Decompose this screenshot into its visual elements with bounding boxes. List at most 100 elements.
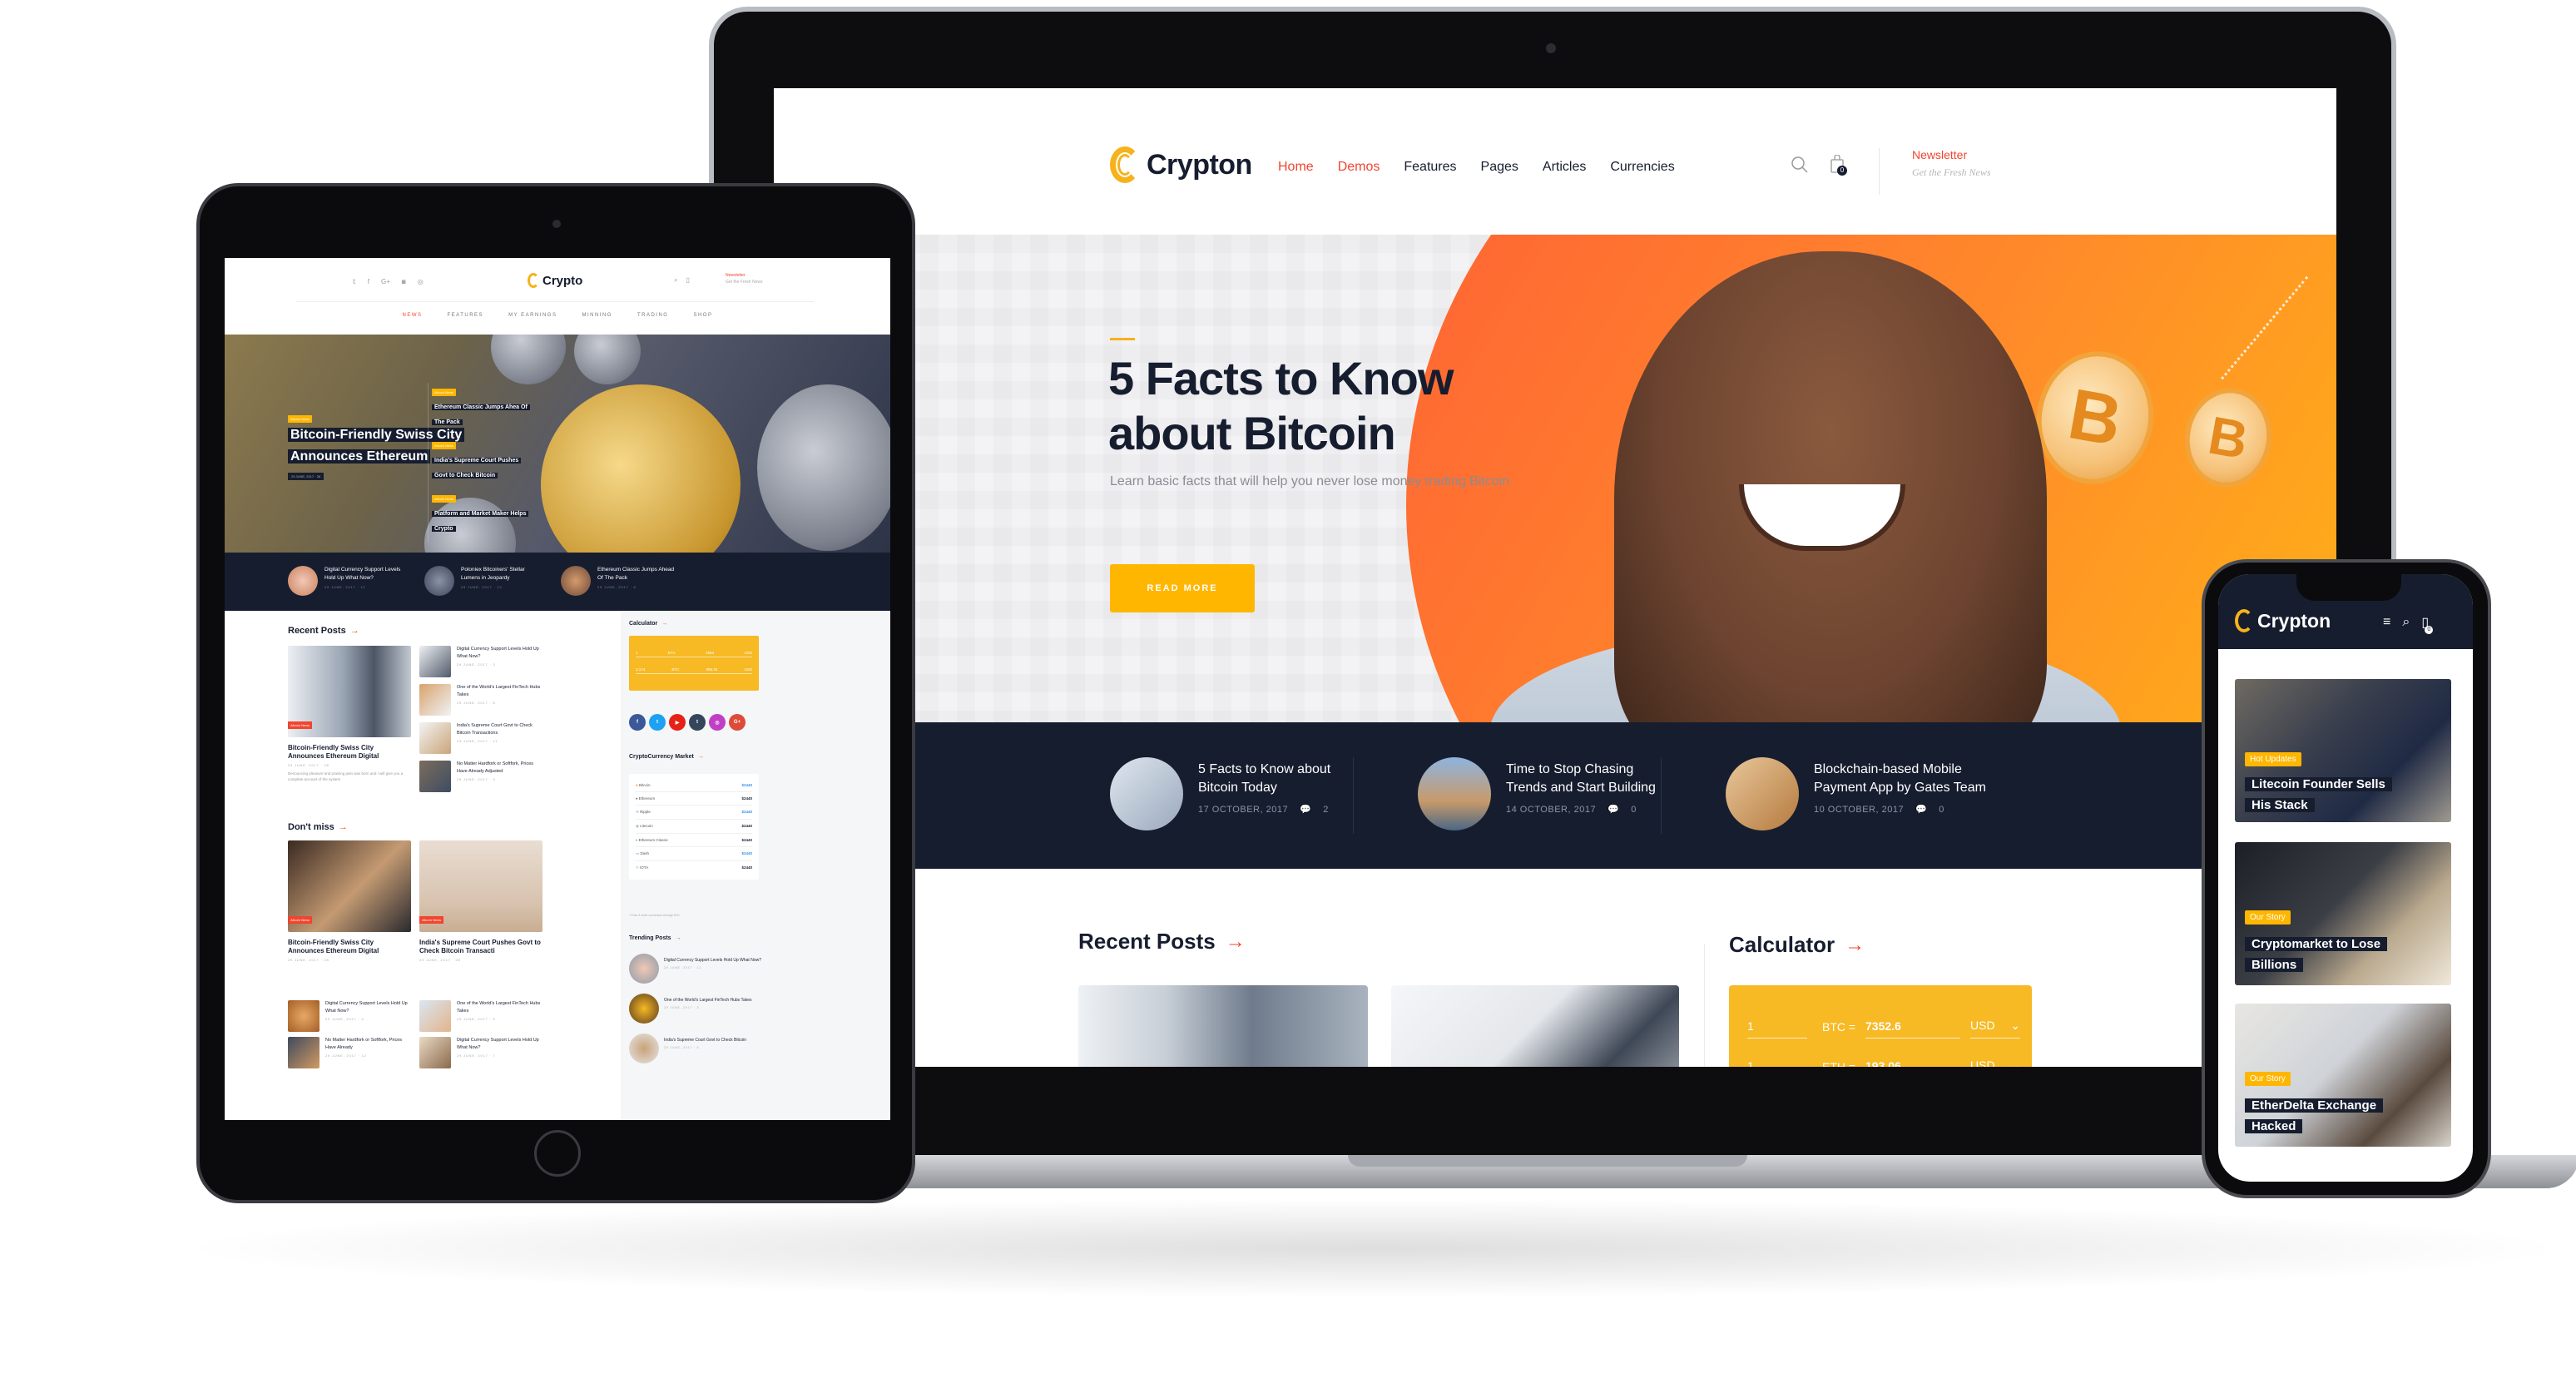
category-tag[interactable]: Altcoin News — [288, 916, 313, 924]
read-more-button[interactable]: READ MORE — [1110, 564, 1255, 612]
nav-trading[interactable]: TRADING — [637, 313, 669, 318]
trending-item[interactable]: India's Supreme Court Govt to Check Bitc… — [629, 1034, 762, 1063]
pinterest-icon[interactable]: ◎ — [418, 278, 424, 285]
phone-article-card[interactable]: Hot Updates Litecoin Founder Sells His S… — [2235, 679, 2451, 822]
nav-features[interactable]: Features — [1404, 160, 1456, 175]
dont-miss-list-item[interactable]: One of the World's Largest FinTech Hubs … — [419, 1000, 542, 1032]
newsletter-link[interactable]: Newsletter Get the Fresh News — [726, 273, 762, 285]
search-icon[interactable]: ⌕ — [2402, 615, 2410, 630]
recent-list-item[interactable]: No Matter Hardfork or Softfork, Prices H… — [419, 761, 542, 792]
recent-posts-heading[interactable]: Recent Posts → — [288, 626, 359, 636]
nav-articles[interactable]: Articles — [1543, 160, 1586, 175]
market-row[interactable]: ◉ Litecoin $2440 — [636, 820, 752, 834]
market-heading[interactable]: CryptoCurrency Market → — [629, 754, 704, 760]
hero-side-article[interactable]: Altcoin News Platform and Market Maker He… — [432, 489, 529, 534]
category-tag[interactable]: Our Story — [2245, 910, 2291, 925]
recent-posts-heading[interactable]: Recent Posts → — [1078, 929, 1246, 954]
post-title: India's Supreme Court Pushes Govt to Che… — [419, 939, 541, 954]
recent-post-image[interactable] — [1078, 985, 1368, 1067]
tablet-logo[interactable]: Crypto — [528, 273, 582, 288]
currency-select[interactable]: USD ⌄ — [1970, 1019, 2020, 1039]
strip-post[interactable]: Ethereum Classic Jumps Ahead Of The Pack… — [561, 566, 681, 596]
category-tag[interactable]: Altcoin News — [432, 495, 457, 503]
strip-post[interactable]: Poloniex Bitcoiners' Stellar Lumens in J… — [424, 566, 544, 596]
trending-item[interactable]: One of the World's Largest FinTech Hubs … — [629, 994, 762, 1024]
search-icon[interactable]: ⌕ — [674, 276, 677, 285]
post-meta: 29 JUNE, 2017 · 7 — [457, 1053, 496, 1058]
cart-button[interactable]: 0 — [1830, 154, 1847, 176]
tumblr-icon[interactable]: t — [689, 714, 706, 731]
search-icon[interactable] — [1791, 156, 1809, 174]
currency-select[interactable]: USD — [744, 667, 752, 672]
nav-my-earnings[interactable]: MY EARNINGS — [508, 313, 557, 318]
dont-miss-post[interactable]: Altcoin News India's Supreme Court Pushe… — [419, 840, 542, 962]
recent-list-item[interactable]: Digital Currency Support Levels Hold Up … — [419, 646, 542, 677]
recent-list-item[interactable]: India's Supreme Court Govt to Check Bitc… — [419, 722, 542, 754]
market-row[interactable]: ● Bitcoin $2440 — [636, 779, 752, 792]
instagram-icon[interactable]: ◎ — [709, 714, 726, 731]
recent-main-post[interactable]: Altcoin News Bitcoin-Friendly Swiss City… — [288, 646, 411, 782]
currency-select[interactable]: USD — [744, 651, 752, 655]
nav-home[interactable]: Home — [1278, 160, 1314, 175]
instagram-icon[interactable]: ◙ — [402, 278, 406, 285]
dont-miss-list-item[interactable]: Digital Currency Support Levels Hold Up … — [419, 1037, 542, 1068]
featured-post[interactable]: Time to Stop Chasing Trends and Start Bu… — [1418, 757, 1664, 830]
hero-side-article[interactable]: Altcoin News Ethereum Classic Jumps Ahea … — [432, 383, 530, 428]
market-row[interactable]: ⋖ Ripple $2440 — [636, 806, 752, 820]
phone-article-card[interactable]: Our Story EtherDelta Exchange Hacked — [2235, 1004, 2451, 1147]
newsletter-link[interactable]: Newsletter Get the Fresh News — [1912, 148, 1991, 179]
twitter-icon[interactable]: 𝕥 — [353, 278, 356, 285]
nav-currencies[interactable]: Currencies — [1610, 160, 1674, 175]
market-row[interactable]: ♦ Ethereum $2440 — [636, 792, 752, 806]
recent-post-image[interactable] — [1391, 985, 1679, 1067]
google-plus-icon[interactable]: G+ — [729, 714, 746, 731]
site-logo[interactable]: Crypton — [1110, 146, 1252, 183]
featured-post[interactable]: Blockchain-based Mobile Payment App by G… — [1726, 757, 2005, 830]
market-row[interactable]: ▭ Dash $2440 — [636, 847, 752, 861]
cart-button[interactable]: ▯ 0 — [2421, 614, 2434, 634]
market-row[interactable]: ✲ IOTA $2440 — [636, 861, 752, 875]
trending-item[interactable]: Digital Currency Support Levels Hold Up … — [629, 954, 762, 984]
amount-input[interactable]: 1 — [1747, 1019, 1807, 1039]
shopping-bag-icon[interactable]: ▯ — [686, 276, 689, 285]
calculator-heading[interactable]: Calculator → — [1729, 932, 1865, 958]
nav-features[interactable]: FEATURES — [448, 313, 484, 318]
dont-miss-heading[interactable]: Don't miss → — [288, 822, 348, 832]
dont-miss-list-item[interactable]: No Matter Hardfork or Softfork, Prices H… — [288, 1037, 411, 1068]
category-tag[interactable]: Altcoin News — [288, 721, 313, 729]
category-tag[interactable]: Altcoin News — [432, 442, 457, 449]
nav-news[interactable]: NEWS — [403, 313, 423, 318]
phone-article-card[interactable]: Our Story Cryptomarket to Lose Billions — [2235, 842, 2451, 985]
featured-post[interactable]: 5 Facts to Know about Bitcoin Today 17 O… — [1110, 757, 1356, 830]
category-tag[interactable]: Altcoin News — [432, 389, 457, 396]
twitter-icon[interactable]: t — [649, 714, 666, 731]
post-title: Digital Currency Support Levels Hold Up … — [664, 958, 761, 963]
strip-post[interactable]: Digital Currency Support Levels Hold Up … — [288, 566, 408, 596]
phone-logo[interactable]: Crypton — [2235, 609, 2331, 632]
nav-shop[interactable]: SHOP — [693, 313, 712, 318]
market-row[interactable]: ♦ Ethereum Classic $2440 — [636, 834, 752, 847]
category-tag[interactable]: Altcoin News — [288, 415, 313, 423]
dont-miss-list-item[interactable]: Digital Currency Support Levels Hold Up … — [288, 1000, 411, 1032]
amount-input[interactable]: 1 — [636, 651, 638, 655]
recent-list-item[interactable]: One of the World's Largest FinTech Hubs … — [419, 684, 542, 716]
hamburger-menu-icon[interactable]: ≡ — [2383, 615, 2390, 630]
nav-pages[interactable]: Pages — [1481, 160, 1518, 175]
facebook-icon[interactable]: f — [368, 278, 369, 285]
nav-minning[interactable]: MINNING — [582, 313, 612, 318]
nav-demos[interactable]: Demos — [1338, 160, 1380, 175]
dont-miss-post[interactable]: Altcoin News Bitcoin-Friendly Swiss City… — [288, 840, 411, 962]
amount-input[interactable]: 1 — [1747, 1059, 1807, 1067]
currency-select[interactable]: USD ⌄ — [1970, 1058, 2020, 1067]
category-tag[interactable]: Hot Updates — [2245, 752, 2301, 766]
google-plus-icon[interactable]: G+ — [381, 278, 390, 285]
category-tag[interactable]: Our Story — [2245, 1072, 2291, 1086]
category-tag[interactable]: Altcoin News — [419, 916, 444, 924]
article-title: India's Supreme Court Pushes Govt to Che… — [432, 458, 522, 478]
trending-heading[interactable]: Trending Posts → — [629, 935, 681, 941]
hero-side-article[interactable]: Altcoin News India's Supreme Court Pushes… — [432, 436, 528, 481]
facebook-icon[interactable]: f — [629, 714, 646, 731]
amount-input[interactable]: 3.174 — [636, 667, 645, 672]
youtube-icon[interactable]: ▶ — [669, 714, 686, 731]
calculator-heading[interactable]: Calculator → — [629, 621, 667, 627]
